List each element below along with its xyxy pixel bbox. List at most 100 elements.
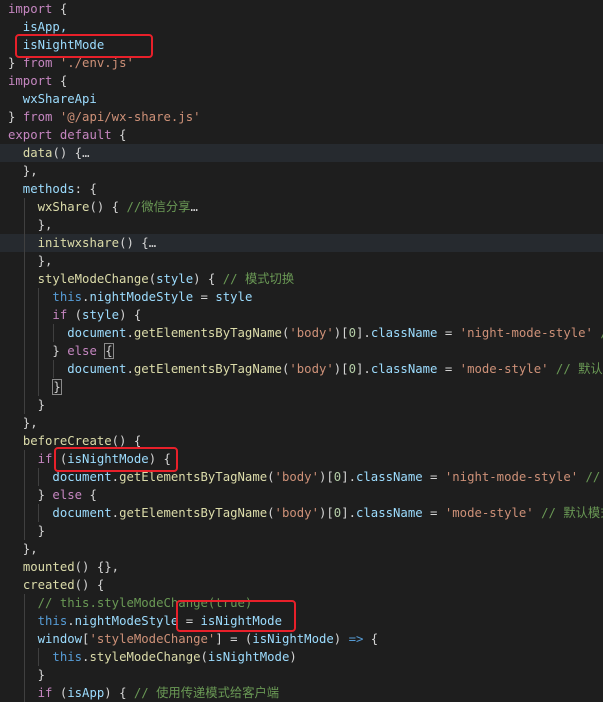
code-line[interactable]: mounted() {},	[0, 558, 603, 576]
code-token: (	[267, 506, 275, 520]
code-text: document.getElementsByTagName('body')[0]…	[8, 360, 603, 378]
code-line[interactable]: } from '@/api/wx-share.js'	[0, 108, 603, 126]
code-line[interactable]: export default {	[0, 126, 603, 144]
code-token: =	[193, 290, 216, 304]
code-text: },	[8, 252, 53, 270]
code-token: isNightMode	[252, 632, 334, 646]
code-token: 0	[348, 326, 356, 340]
code-line[interactable]: this.nightModeStyle = isNightMode	[0, 612, 603, 630]
code-token: () {	[52, 146, 83, 160]
code-token: () {	[74, 578, 105, 592]
code-line[interactable]: // this.styleModeChange(true)	[0, 594, 603, 612]
code-line[interactable]: wxShare() { //微信分享…	[0, 198, 603, 216]
code-token: className	[370, 362, 438, 376]
code-line[interactable]: document.getElementsByTagName('body')[0]…	[0, 324, 603, 342]
code-token: else	[52, 488, 83, 502]
code-token: styleModeChange	[89, 650, 201, 664]
code-text: wxShareApi	[8, 90, 97, 108]
code-text: document.getElementsByTagName('body')[0]…	[8, 504, 603, 522]
code-token: …	[148, 236, 157, 250]
code-line[interactable]: window['styleModeChange'] = (isNightMode…	[0, 630, 603, 648]
code-line[interactable]: this.styleModeChange(isNightMode)	[0, 648, 603, 666]
code-line[interactable]: } else {	[0, 342, 603, 360]
code-text: data() {…	[8, 144, 90, 162]
code-token: this	[37, 614, 68, 628]
code-line[interactable]: methods: {	[0, 180, 603, 198]
code-token: wxShareApi	[8, 92, 97, 106]
code-token: 'body'	[289, 362, 334, 376]
code-line[interactable]: },	[0, 252, 603, 270]
code-token: .	[111, 506, 120, 520]
code-token: },	[8, 218, 53, 232]
code-line[interactable]: document.getElementsByTagName('body')[0]…	[0, 504, 603, 522]
code-token: …	[190, 200, 198, 214]
code-token: 'mode-style'	[444, 506, 534, 520]
code-line[interactable]: wxShareApi	[0, 90, 603, 108]
code-line[interactable]: }	[0, 396, 603, 414]
code-token: initwxshare	[37, 236, 120, 250]
code-token: ].	[356, 326, 371, 340]
code-token: beforeCreate	[22, 434, 112, 448]
code-token: )[	[318, 470, 334, 484]
code-token: },	[8, 416, 38, 430]
code-line[interactable]: if (isApp) { // 使用传递模式给客户端	[0, 684, 603, 702]
code-token: '@/api/wx-share.js'	[59, 110, 201, 124]
code-line[interactable]: created() {	[0, 576, 603, 594]
code-token: isApp	[67, 686, 105, 700]
code-token: window	[37, 632, 83, 646]
code-token: 'night-mode-style'	[459, 326, 593, 340]
code-line[interactable]: import {	[0, 72, 603, 90]
code-token: styleModeChange	[37, 272, 149, 286]
code-line[interactable]: document.getElementsByTagName('body')[0]…	[0, 360, 603, 378]
code-text: mounted() {},	[8, 558, 119, 576]
code-token: className	[356, 470, 423, 484]
code-line[interactable]: import {	[0, 0, 603, 18]
code-token: }	[8, 668, 46, 682]
code-line[interactable]: }	[0, 522, 603, 540]
code-token: () {	[89, 200, 127, 214]
annotation-box-import	[15, 34, 153, 58]
code-token: wxShare	[37, 200, 90, 214]
code-token: =	[437, 326, 460, 340]
code-token: 'body'	[289, 326, 334, 340]
code-token: created	[22, 578, 75, 592]
code-token: document	[67, 362, 127, 376]
code-line[interactable]: },	[0, 216, 603, 234]
code-line[interactable]: },	[0, 540, 603, 558]
code-editor[interactable]: import { isApp, isNightMode} from './env…	[0, 0, 603, 702]
code-line[interactable]: initwxshare() {…	[0, 234, 603, 252]
annotation-box-if-condition	[54, 447, 178, 472]
code-token: () {},	[74, 560, 120, 574]
code-token: 'mode-style'	[459, 362, 549, 376]
code-token: =>	[348, 632, 364, 646]
code-line[interactable]: }	[0, 666, 603, 684]
code-token: else	[67, 344, 97, 358]
code-text: window['styleModeChange'] = (isNightMode…	[8, 630, 379, 648]
code-line[interactable]: if (style) {	[0, 306, 603, 324]
code-line[interactable]: }	[0, 378, 603, 396]
code-line[interactable]: },	[0, 414, 603, 432]
code-token: default	[59, 128, 112, 142]
code-text: },	[8, 414, 38, 432]
code-text: initwxshare() {…	[8, 234, 156, 252]
code-token: {	[52, 74, 68, 88]
code-line[interactable]: this.nightModeStyle = style	[0, 288, 603, 306]
code-text: wxShare() { //微信分享…	[8, 198, 198, 216]
code-line[interactable]: styleModeChange(style) { // 模式切换	[0, 270, 603, 288]
code-token: .	[126, 326, 134, 340]
code-token: if	[52, 308, 68, 322]
code-line[interactable]: data() {…	[0, 144, 603, 162]
code-line[interactable]: },	[0, 162, 603, 180]
code-line[interactable]: } else {	[0, 486, 603, 504]
